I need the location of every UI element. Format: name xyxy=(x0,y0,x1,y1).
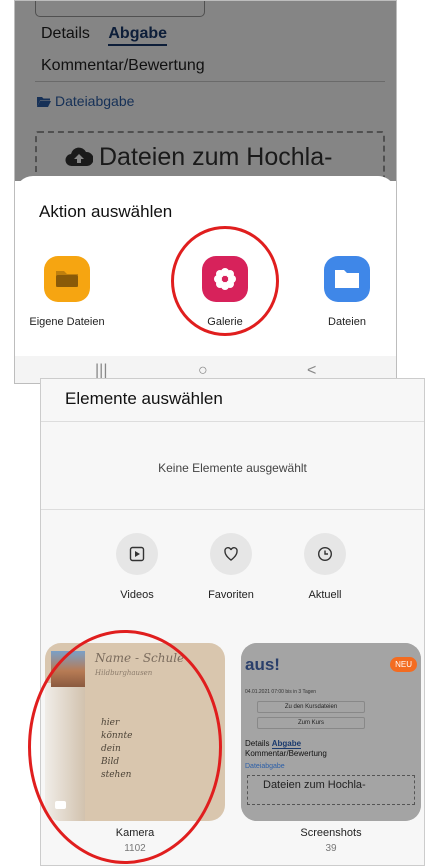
thumb-button: Zum Kurs xyxy=(257,717,365,729)
dim-overlay xyxy=(15,1,396,181)
divider xyxy=(41,421,424,422)
category-label: Videos xyxy=(120,589,154,601)
thumb-heading: aus! xyxy=(245,655,280,674)
folder-icon xyxy=(324,256,370,302)
category-aktuell[interactable]: Aktuell xyxy=(285,533,365,601)
thumb-dropzone-label: Dateien zum Hochla- xyxy=(263,779,366,791)
picker-title: Elemente auswählen xyxy=(65,389,223,408)
app-label: Dateien xyxy=(328,316,366,328)
category-label: Aktuell xyxy=(308,589,342,601)
screenshot-thumb: aus! NEU 04.01.2021 07:00 bis in 3 Tagen… xyxy=(241,643,421,821)
app-label: Eigene Dateien xyxy=(29,316,105,328)
category-videos[interactable]: Videos xyxy=(97,533,177,601)
thumb-tab: Details xyxy=(245,739,270,748)
divider xyxy=(41,509,424,510)
category-favoriten[interactable]: Favoriten xyxy=(191,533,271,601)
highlight-circle xyxy=(171,226,279,336)
sheet-title: Aktion auswählen xyxy=(39,202,173,221)
share-sheet-screenshot: Details Abgabe Kommentar/Bewertung Datei… xyxy=(14,0,397,384)
thumb-kommentar: Kommentar/Bewertung xyxy=(245,749,327,758)
play-icon xyxy=(116,533,158,575)
album-count: 39 xyxy=(325,843,337,854)
category-label: Favoriten xyxy=(208,589,254,601)
thumb-tab-active: Abgabe xyxy=(271,739,302,749)
album-screenshots[interactable]: aus! NEU 04.01.2021 07:00 bis in 3 Tagen… xyxy=(241,643,421,821)
thumb-date: 04.01.2021 07:00 bis in 3 Tagen xyxy=(245,689,317,695)
clock-icon xyxy=(304,533,346,575)
app-dateien[interactable]: Dateien xyxy=(297,256,396,328)
thumb-button: Zu den Kursdateien xyxy=(257,701,365,713)
heart-icon xyxy=(210,533,252,575)
new-badge: NEU xyxy=(390,657,417,672)
thumb-dateiabgabe: Dateiabgabe xyxy=(245,763,285,770)
selection-empty-text: Keine Elemente ausgewählt xyxy=(158,461,307,475)
page: Details Abgabe Kommentar/Bewertung Datei… xyxy=(0,0,425,866)
app-eigene-dateien[interactable]: Eigene Dateien xyxy=(17,256,117,328)
thumb-tabs: Details Abgabe xyxy=(245,739,302,749)
assignment-background: Details Abgabe Kommentar/Bewertung Datei… xyxy=(15,1,396,211)
folder-icon xyxy=(44,256,90,302)
highlight-circle xyxy=(28,630,222,864)
album-name: Screenshots xyxy=(300,827,362,839)
